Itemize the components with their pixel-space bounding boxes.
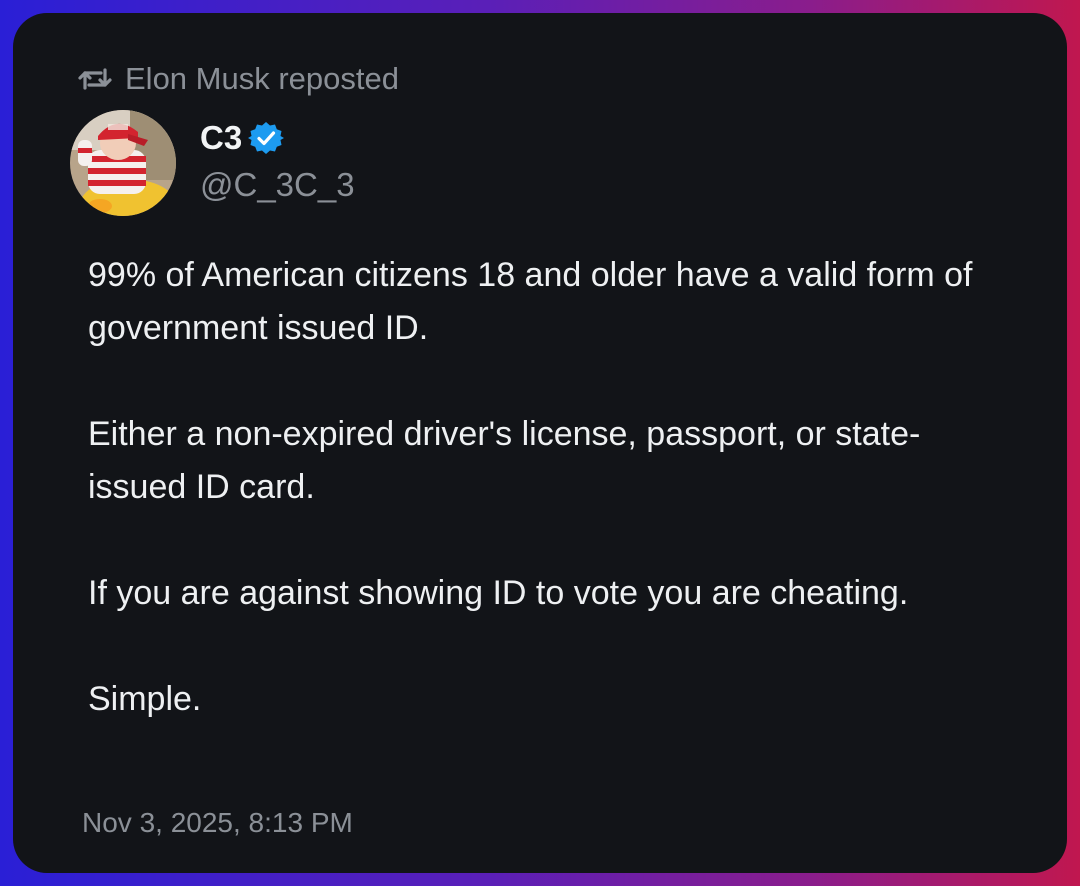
verified-badge-icon bbox=[248, 120, 285, 156]
author-name-row[interactable]: C3 bbox=[200, 117, 285, 159]
post-paragraph: 99% of American citizens 18 and older ha… bbox=[88, 256, 973, 347]
post-paragraph: Simple. bbox=[88, 680, 202, 718]
post-text: 99% of American citizens 18 and older ha… bbox=[88, 249, 988, 726]
post-card: Elon Musk reposted C3 @C_3C_3 99% of Ame… bbox=[13, 13, 1067, 873]
post-paragraph: Either a non-expired driver's license, p… bbox=[88, 415, 921, 506]
author-handle[interactable]: @C_3C_3 bbox=[200, 166, 355, 204]
repost-indicator[interactable]: Elon Musk reposted bbox=[75, 59, 399, 99]
repost-icon bbox=[75, 64, 115, 94]
post-timestamp[interactable]: Nov 3, 2025, 8:13 PM bbox=[82, 807, 353, 839]
repost-label: Elon Musk reposted bbox=[125, 61, 399, 96]
avatar[interactable] bbox=[70, 110, 176, 216]
post-paragraph: If you are against showing ID to vote yo… bbox=[88, 574, 909, 612]
author-display-name[interactable]: C3 bbox=[200, 119, 242, 157]
